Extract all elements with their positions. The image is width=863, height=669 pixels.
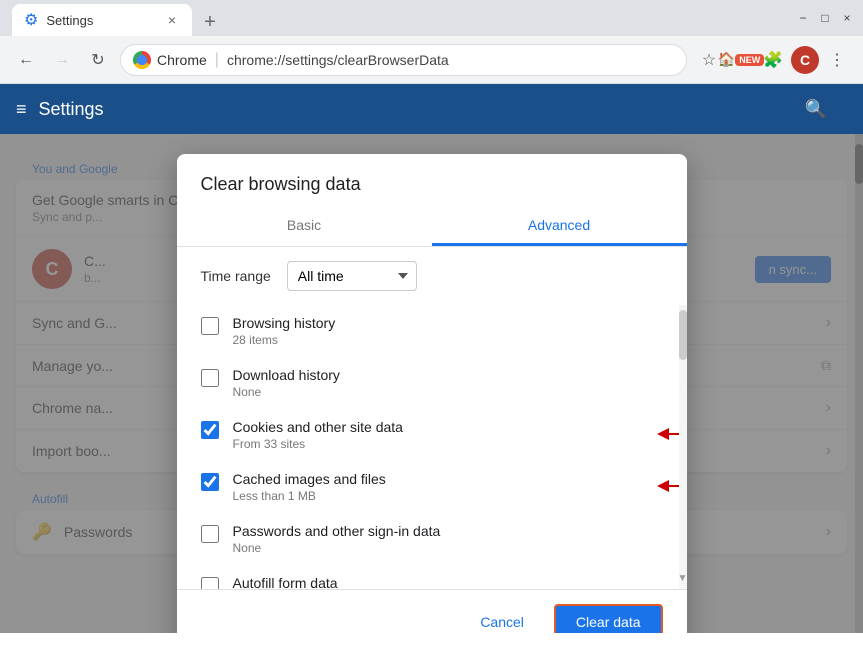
dialog-scrollbar-thumb xyxy=(679,310,687,360)
download-history-text: Download history None xyxy=(233,367,663,399)
settings-page-title: Settings xyxy=(39,99,104,120)
dialog-overlay: Clear browsing data Basic Advanced Time … xyxy=(0,134,863,633)
checkbox-passwords[interactable] xyxy=(201,525,219,543)
toolbar-icons: ☆ 🏠 NEW 🧩 C ⋮ xyxy=(695,46,851,74)
cached-text: Cached images and files Less than 1 MB xyxy=(233,471,663,503)
passwords-signin-text: Passwords and other sign-in data None xyxy=(233,523,663,555)
extensions-button[interactable]: 🧩 xyxy=(759,46,787,74)
list-item-browsing-history: Browsing history 28 items xyxy=(201,305,663,357)
minimize-button[interactable]: − xyxy=(795,10,811,26)
forward-button[interactable]: → xyxy=(48,46,76,74)
address-url: chrome://settings/clearBrowserData xyxy=(227,52,449,68)
download-history-title: Download history xyxy=(233,367,663,383)
tab-basic[interactable]: Basic xyxy=(177,207,432,246)
search-icon[interactable]: 🔍 xyxy=(805,99,827,120)
clear-browsing-data-dialog: Clear browsing data Basic Advanced Time … xyxy=(177,154,687,633)
tab-favicon: ⚙ xyxy=(24,10,38,30)
autofill-form-text: Autofill form data xyxy=(233,575,663,589)
browsing-history-subtitle: 28 items xyxy=(233,333,663,347)
extension-new-button[interactable]: 🏠 NEW xyxy=(727,46,755,74)
browser-tab[interactable]: ⚙ Settings × xyxy=(12,4,192,36)
more-button[interactable]: ⋮ xyxy=(823,46,851,74)
new-tab-button[interactable]: + xyxy=(196,8,224,36)
dialog-scrollbar[interactable]: ▼ xyxy=(679,305,687,589)
clear-data-button[interactable]: Clear data xyxy=(554,604,663,633)
download-history-subtitle: None xyxy=(233,385,663,399)
back-button[interactable]: ← xyxy=(12,46,40,74)
close-button[interactable]: × xyxy=(839,10,855,26)
cached-title: Cached images and files xyxy=(233,471,663,487)
tab-close-button[interactable]: × xyxy=(164,12,180,28)
scrollbar-down-arrow: ▼ xyxy=(679,572,687,584)
address-chrome-label: Chrome xyxy=(157,52,207,68)
menu-icon[interactable]: ≡ xyxy=(16,99,27,120)
list-item-autofill: Autofill form data xyxy=(201,565,663,589)
address-bar: ← → ↻ Chrome | chrome://settings/clearBr… xyxy=(0,36,863,84)
cookies-subtitle: From 33 sites xyxy=(233,437,663,451)
maximize-button[interactable]: □ xyxy=(817,10,833,26)
passwords-signin-title: Passwords and other sign-in data xyxy=(233,523,663,539)
red-arrow-cookies xyxy=(653,419,679,449)
browsing-history-text: Browsing history 28 items xyxy=(233,315,663,347)
autofill-form-title: Autofill form data xyxy=(233,575,663,589)
window-controls: − □ × xyxy=(795,10,855,26)
address-separator: | xyxy=(215,51,219,69)
settings-header: ≡ Settings 🔍 xyxy=(0,84,863,134)
profile-button[interactable]: C xyxy=(791,46,819,74)
red-arrow-cached xyxy=(653,471,679,501)
list-item-passwords: Passwords and other sign-in data None xyxy=(201,513,663,565)
time-range-row: Time range All time Last hour Last 24 ho… xyxy=(177,247,687,305)
tab-title: Settings xyxy=(46,13,93,28)
checkbox-cookies[interactable] xyxy=(201,421,219,439)
browsing-history-title: Browsing history xyxy=(233,315,663,331)
dialog-tabs: Basic Advanced xyxy=(177,207,687,247)
settings-content: You and Google Get Google smarts in Chro… xyxy=(0,134,863,633)
dialog-title: Clear browsing data xyxy=(177,154,687,195)
tab-advanced[interactable]: Advanced xyxy=(432,207,687,246)
settings-background: ≡ Settings 🔍 You and Google Get Google s… xyxy=(0,84,863,633)
dialog-footer: Cancel Clear data xyxy=(177,589,687,633)
list-item-download-history: Download history None xyxy=(201,357,663,409)
cookies-text: Cookies and other site data From 33 site… xyxy=(233,419,663,451)
cancel-button[interactable]: Cancel xyxy=(460,604,544,633)
address-input[interactable]: Chrome | chrome://settings/clearBrowserD… xyxy=(120,44,687,76)
checkbox-browsing-history[interactable] xyxy=(201,317,219,335)
time-range-select[interactable]: All time Last hour Last 24 hours Last 7 … xyxy=(287,261,417,291)
checkbox-cached[interactable] xyxy=(201,473,219,491)
checkbox-download-history[interactable] xyxy=(201,369,219,387)
list-item-cookies: Cookies and other site data From 33 site… xyxy=(201,409,663,461)
cookies-title: Cookies and other site data xyxy=(233,419,663,435)
site-icon xyxy=(133,51,151,69)
cached-subtitle: Less than 1 MB xyxy=(233,489,663,503)
data-items-list: Browsing history 28 items Download histo… xyxy=(177,305,679,589)
refresh-button[interactable]: ↻ xyxy=(84,46,112,74)
title-bar: ⚙ Settings × + − □ × xyxy=(0,0,863,36)
time-range-label: Time range xyxy=(201,268,271,284)
checkbox-autofill[interactable] xyxy=(201,577,219,589)
passwords-signin-subtitle: None xyxy=(233,541,663,555)
list-item-cached: Cached images and files Less than 1 MB xyxy=(201,461,663,513)
